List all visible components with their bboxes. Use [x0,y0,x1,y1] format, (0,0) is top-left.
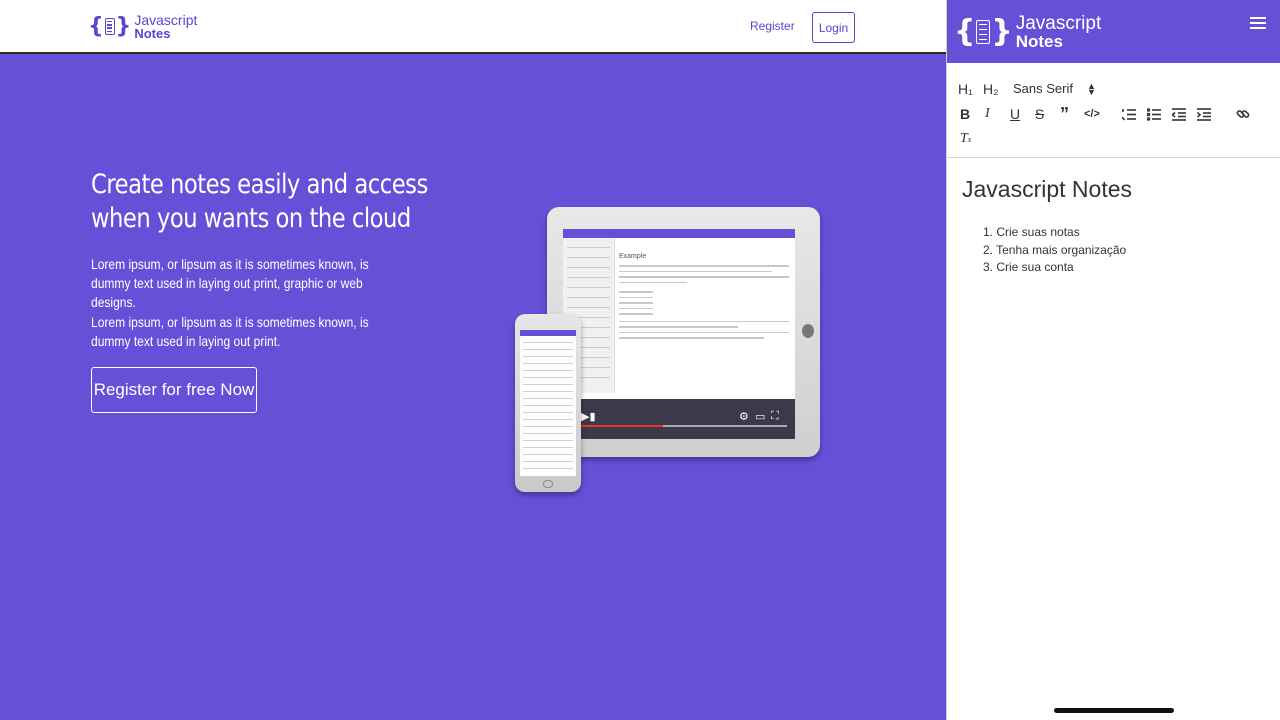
editor-brand-logo[interactable]: { } Javascript Notes [954,14,1101,50]
phone-home-button [543,480,553,488]
document-icon [976,20,991,44]
tablet-screen: Example ▶▮ ⚙ ▭ ⛶ [563,229,795,439]
fullscreen-icon: ⛶ [771,410,779,422]
register-free-button[interactable]: Register for free Now [91,367,257,413]
brace-left-icon: { [88,13,104,39]
login-button[interactable]: Login [812,12,855,43]
register-link[interactable]: Register [750,19,795,33]
editor-toolbar: H₁ H₂ Sans Serif ▲ ▼ B I U S ” </> Tx [947,68,1280,158]
editor-panel: { } Javascript Notes H₁ H₂ Sans Serif ▲ ▼… [946,0,1280,720]
phone-screen [520,330,576,476]
skip-next-icon: ▶▮ [581,411,596,423]
select-arrows-icon: ▲ ▼ [1086,80,1096,97]
hero-paragraph-1: Lorem ipsum, or lipsum as it is sometime… [91,256,369,310]
ordered-list-icon[interactable] [1122,105,1136,123]
link-icon[interactable] [1236,105,1250,123]
font-select-value: Sans Serif [1013,81,1073,96]
brand-logo[interactable]: { } Javascript Notes [88,13,197,40]
brace-right-icon: } [991,14,1013,49]
underline-icon[interactable]: U [1010,105,1020,123]
list-item: 1. Crie suas notas [983,225,1080,239]
hamburger-menu-icon[interactable] [1250,17,1266,29]
code-icon[interactable]: </> [1084,105,1100,123]
editor-header: { } Javascript Notes [947,0,1280,63]
top-navbar: { } Javascript Notes Register Login [0,0,946,54]
logo-word-1: Javascript [1015,13,1102,34]
home-indicator [1054,708,1174,713]
brace-left-icon: { [954,14,976,49]
logo-word-1: Javascript [134,12,198,28]
mock-example-title: Example [619,253,647,260]
blockquote-icon[interactable]: ” [1060,104,1069,124]
document-heading: Javascript Notes [962,176,1133,202]
bold-icon[interactable]: B [960,105,970,123]
mock-text-lines [619,265,789,343]
list-item: 2. Tenha mais organização [983,242,1127,257]
document-list: 1. Crie suas notas 2. Tenha mais organiz… [983,224,1126,277]
indent-icon[interactable] [1197,105,1211,123]
document-icon [104,18,115,35]
tablet-home-button [802,324,814,338]
logo-word-2: Notes [1015,32,1063,51]
strikethrough-icon[interactable]: S [1035,105,1044,123]
settings-icon: ⚙ [739,411,749,423]
phone-mockup-image [515,314,581,492]
logo-word-2: Notes [134,26,171,41]
heading-2-button[interactable]: H₂ [983,80,999,98]
mock-video-player: ▶▮ ⚙ ▭ ⛶ [563,399,795,439]
italic-icon[interactable]: I [985,105,990,123]
editor-document[interactable]: Javascript Notes 1. Crie suas notas 2. T… [947,159,1280,720]
theater-icon: ▭ [755,411,766,423]
clear-format-icon[interactable]: Tx [960,130,971,148]
mock-app-bar [563,229,795,238]
outdent-icon[interactable] [1172,105,1186,123]
heading-1-button[interactable]: H₁ [958,80,973,98]
hero-paragraph-2: Lorem ipsum, or lipsum as it is sometime… [91,314,369,349]
brace-right-icon: } [115,13,132,39]
list-item: 3. Crie sua conta [983,260,1074,274]
tablet-mockup-image: Example ▶▮ ⚙ ▭ ⛶ [547,207,820,457]
video-progress-bar [581,425,787,427]
bullet-list-icon[interactable] [1147,105,1161,123]
hero-title: Create notes easily and access when you … [91,169,428,234]
font-select[interactable]: Sans Serif ▲ ▼ [1013,81,1096,96]
landing-page: { } Javascript Notes Register Login Crea… [0,0,946,720]
